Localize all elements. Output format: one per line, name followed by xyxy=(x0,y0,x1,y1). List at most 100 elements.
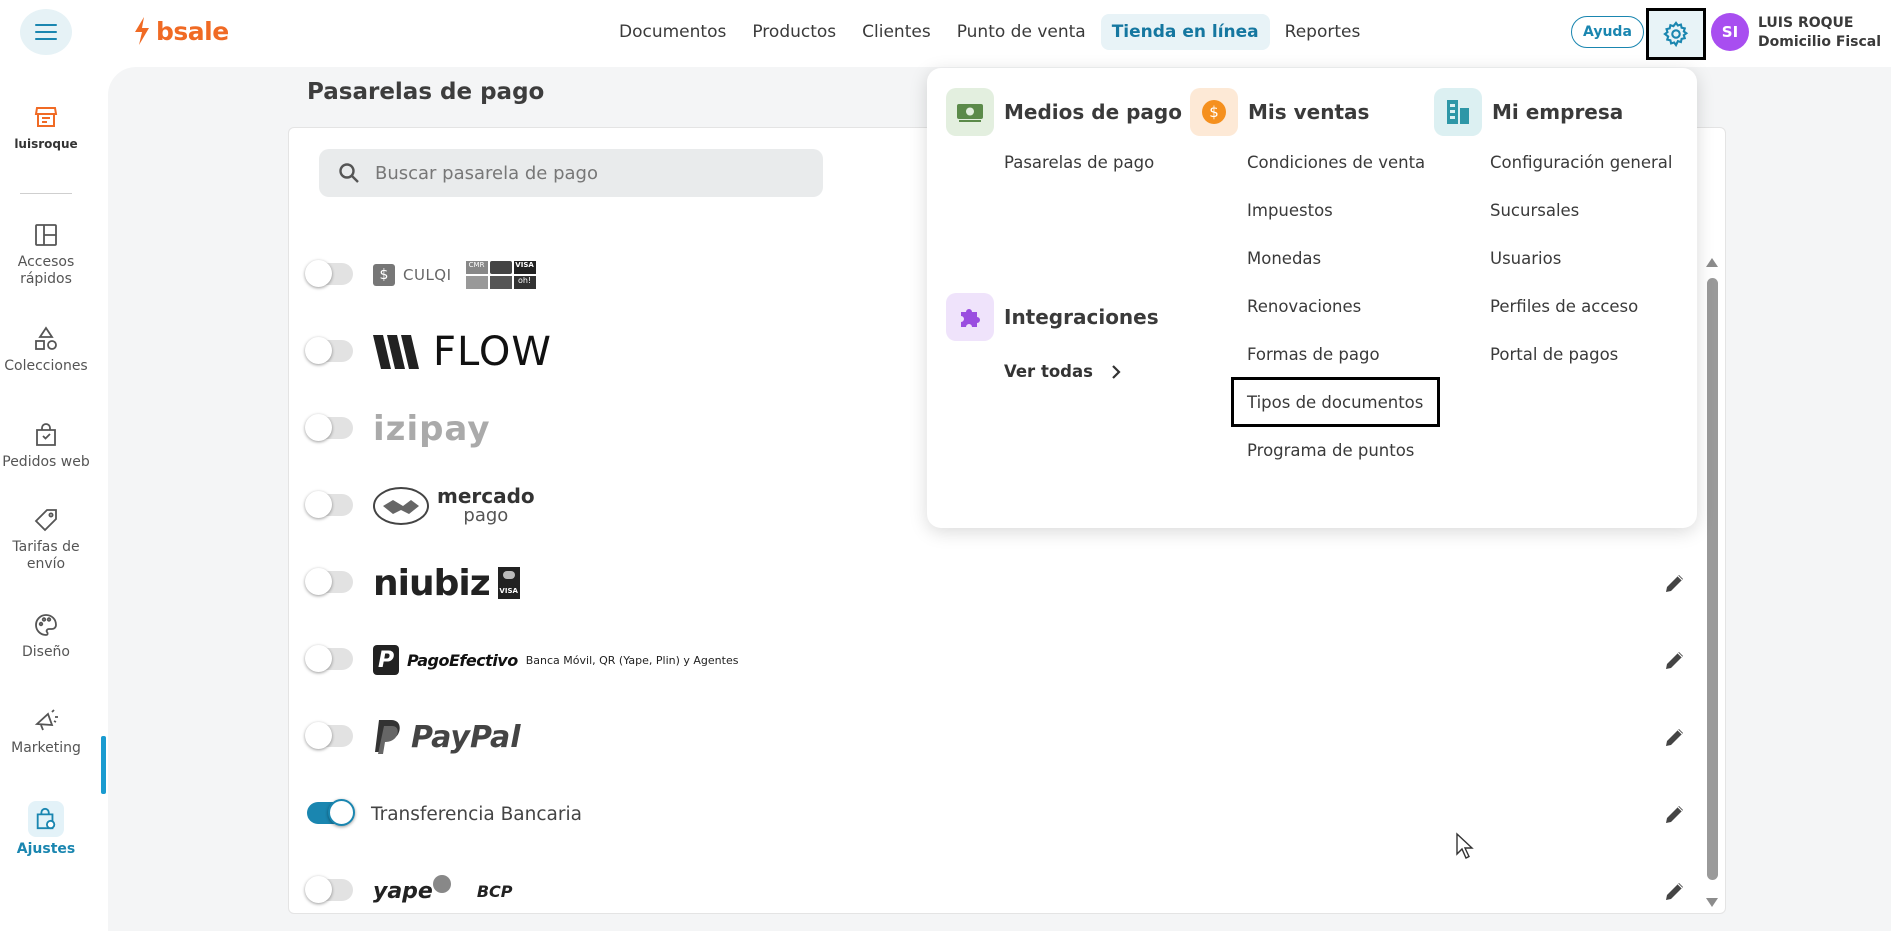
ajustes-icon-bg xyxy=(28,801,64,837)
scrollbar-thumb[interactable] xyxy=(1707,278,1718,880)
gateway-toggle[interactable] xyxy=(305,722,353,749)
menu-section-title: Mis ventas xyxy=(1248,100,1370,124)
sidebar-item-store[interactable]: luisroque xyxy=(0,104,92,153)
pagoefectivo-mark-icon: P xyxy=(373,645,399,675)
scroll-up-arrow-icon[interactable] xyxy=(1706,258,1718,267)
gateway-row-transferencia: Transferencia Bancaria xyxy=(307,784,1707,844)
store-icon xyxy=(34,107,58,127)
gateway-toggle[interactable] xyxy=(305,568,353,595)
search-input[interactable] xyxy=(375,162,795,184)
menu-section-integraciones: Integraciones xyxy=(946,293,1159,341)
sidebar-divider xyxy=(20,193,72,194)
edit-button[interactable] xyxy=(1661,800,1689,828)
store-name: luisroque xyxy=(14,137,78,151)
gateway-row-yape: yape BCP xyxy=(305,861,1707,913)
menu-link-condiciones-de-venta[interactable]: Condiciones de venta xyxy=(1247,153,1425,172)
yape-name: yape xyxy=(373,878,433,904)
gateway-row-paypal: PayPal xyxy=(305,707,1707,767)
pencil-icon xyxy=(1666,575,1683,592)
nav-reportes[interactable]: Reportes xyxy=(1274,14,1372,50)
brand-logo[interactable]: bsale xyxy=(132,16,229,46)
sidebar-active-indicator xyxy=(101,736,106,794)
top-bar: bsale Documentos Productos Clientes Punt… xyxy=(0,0,1891,64)
nav-documentos[interactable]: Documentos xyxy=(608,14,737,50)
coin-icon: $ xyxy=(1190,88,1238,136)
culqi-name: CULQI xyxy=(403,266,452,284)
user-name: LUIS ROQUE xyxy=(1758,15,1854,31)
transferencia-label-wrap: Transferencia Bancaria xyxy=(371,784,582,844)
gateway-toggle[interactable] xyxy=(305,645,353,672)
pencil-icon xyxy=(1666,652,1683,669)
gateway-toggle[interactable] xyxy=(305,260,353,287)
paypal-mark-icon xyxy=(375,720,400,754)
sidebar-item-colecciones[interactable]: Colecciones xyxy=(0,326,92,375)
menu-link-perfiles-de-acceso[interactable]: Perfiles de acceso xyxy=(1490,297,1638,316)
chevron-right-icon xyxy=(1112,364,1121,379)
user-branch: Domicilio Fiscal xyxy=(1758,34,1882,50)
edit-button[interactable] xyxy=(1661,723,1689,751)
transferencia-name: Transferencia Bancaria xyxy=(371,803,582,825)
flow-mark-icon xyxy=(373,335,419,369)
gateway-toggle[interactable] xyxy=(305,414,353,441)
sidebar-label: Tarifas de xyxy=(12,539,80,555)
gateway-toggle[interactable] xyxy=(305,337,353,364)
menu-link-configuracion-general[interactable]: Configuración general xyxy=(1490,153,1672,172)
avatar[interactable]: SI xyxy=(1711,13,1749,51)
edit-button[interactable] xyxy=(1661,569,1689,597)
layout-icon xyxy=(35,224,57,246)
sidebar-item-diseno[interactable]: Diseño xyxy=(0,612,92,661)
edit-button[interactable] xyxy=(1661,877,1689,905)
gateway-toggle[interactable] xyxy=(305,491,353,518)
sidebar-item-pedidos-web[interactable]: Pedidos web xyxy=(0,422,92,471)
user-info[interactable]: LUIS ROQUE Domicilio Fiscal xyxy=(1758,14,1881,52)
help-button[interactable]: Ayuda xyxy=(1571,16,1644,48)
nav-productos[interactable]: Productos xyxy=(741,14,847,50)
menu-link-programa-de-puntos[interactable]: Programa de puntos xyxy=(1247,441,1414,460)
izipay-logo: izipay xyxy=(373,399,491,459)
shapes-icon xyxy=(35,326,57,350)
settings-button[interactable] xyxy=(1646,8,1706,60)
settings-bag-icon xyxy=(36,807,56,830)
menu-link-impuestos[interactable]: Impuestos xyxy=(1247,201,1333,220)
nav-tienda-en-linea[interactable]: Tienda en línea xyxy=(1100,14,1270,50)
menu-icon xyxy=(35,24,57,40)
megaphone-icon xyxy=(34,709,58,731)
scroll-down-arrow-icon[interactable] xyxy=(1706,898,1718,907)
gateway-toggle[interactable] xyxy=(305,876,353,903)
flow-logo: FLOW xyxy=(373,322,552,382)
sidebar: luisroque Accesos rápidos Colecciones Pe… xyxy=(0,64,108,931)
gateway-row-pagoefectivo: P PagoEfectivo Banca Móvil, QR (Yape, Pl… xyxy=(305,630,1707,690)
sidebar-item-ajustes[interactable]: Ajustes xyxy=(0,801,92,858)
menu-link-renovaciones[interactable]: Renovaciones xyxy=(1247,297,1361,316)
card-brands: VISA xyxy=(497,567,520,599)
sidebar-item-marketing[interactable]: Marketing xyxy=(0,708,92,757)
brand-name: bsale xyxy=(156,16,229,46)
izipay-name: izipay xyxy=(373,409,491,449)
main-nav: Documentos Productos Clientes Punto de v… xyxy=(608,14,1371,50)
edit-button[interactable] xyxy=(1661,646,1689,674)
nav-punto-de-venta[interactable]: Punto de venta xyxy=(946,14,1097,50)
menu-link-usuarios[interactable]: Usuarios xyxy=(1490,249,1561,268)
menu-section-header: Integraciones xyxy=(946,293,1159,341)
page-title: Pasarelas de pago xyxy=(307,79,545,105)
pagoefectivo-subtitle: Banca Móvil, QR (Yape, Plin) y Agentes xyxy=(525,653,739,667)
scrollbar[interactable] xyxy=(1706,258,1720,908)
search-box xyxy=(319,149,823,197)
search-icon xyxy=(339,163,359,183)
menu-link-pasarelas-de-pago[interactable]: Pasarelas de pago xyxy=(1004,153,1154,172)
menu-link-portal-de-pagos[interactable]: Portal de pagos xyxy=(1490,345,1618,364)
culqi-logo: $ CULQI CMR VISA oh! xyxy=(373,245,536,305)
yape-badge-icon xyxy=(432,875,451,893)
sidebar-label: Diseño xyxy=(21,644,70,660)
dollar-icon: $ xyxy=(373,264,395,286)
tag-icon xyxy=(34,509,57,532)
sidebar-item-accesos-rapidos[interactable]: Accesos rápidos xyxy=(0,222,92,288)
menu-link-monedas[interactable]: Monedas xyxy=(1247,249,1321,268)
menu-link-formas-de-pago[interactable]: Formas de pago xyxy=(1247,345,1380,364)
menu-link-ver-todas[interactable]: Ver todas xyxy=(1004,362,1121,381)
nav-clientes[interactable]: Clientes xyxy=(851,14,942,50)
gateway-toggle[interactable] xyxy=(307,799,355,826)
hamburger-menu-button[interactable] xyxy=(20,9,72,55)
sidebar-item-tarifas-envio[interactable]: Tarifas de envío xyxy=(0,507,92,573)
menu-link-sucursales[interactable]: Sucursales xyxy=(1490,201,1579,220)
